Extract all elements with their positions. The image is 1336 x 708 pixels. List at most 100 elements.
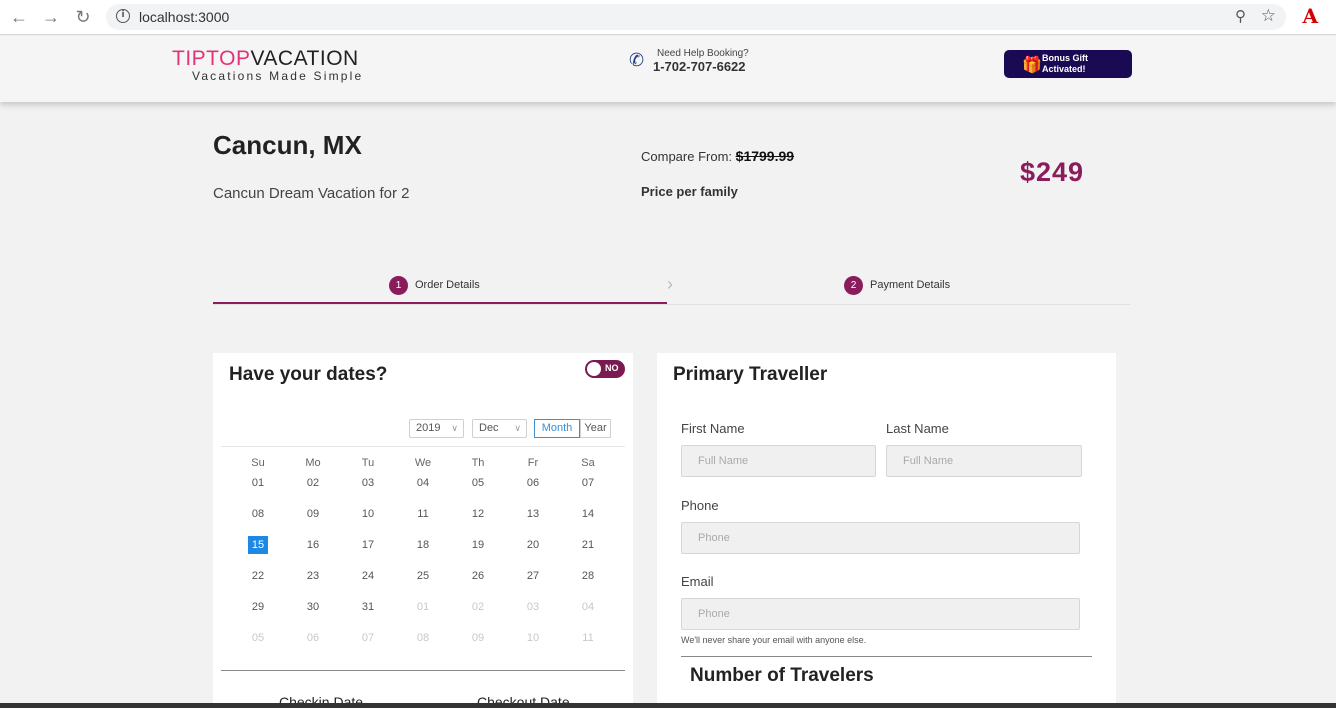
year-select[interactable]: 2019 ∨	[409, 419, 464, 438]
browser-toolbar: ← → ↻ i localhost:3000 ⚲ ☆ A	[0, 0, 1336, 35]
calendar-day[interactable]: 22	[247, 567, 269, 585]
phone-field[interactable]: Phone	[681, 522, 1080, 554]
phone-icon: ✆	[629, 50, 645, 70]
bookmark-star-icon[interactable]: ☆	[1261, 6, 1276, 26]
calendar-day[interactable]: 03	[522, 598, 544, 616]
compare-price: $1799.99	[735, 148, 795, 164]
calendar-day[interactable]: 03	[357, 474, 379, 492]
logo-tip-text: TIPTOP	[172, 47, 251, 70]
address-bar[interactable]: i localhost:3000 ⚲ ☆	[106, 4, 1286, 30]
calendar-day[interactable]: 01	[247, 474, 269, 492]
reload-icon[interactable]: ↻	[72, 6, 94, 28]
calendar-day[interactable]: 09	[467, 629, 489, 647]
calendar-week-row: 29 30 31 01 02 03 04	[230, 598, 615, 629]
calendar-week-row: 01 02 03 04 05 06 07	[230, 474, 615, 505]
url-text[interactable]: localhost:3000	[139, 9, 229, 25]
year-mode-button[interactable]: Year	[580, 419, 611, 438]
calendar-day[interactable]: 15	[248, 536, 268, 554]
calendar-day[interactable]: 07	[357, 629, 379, 647]
calendar-day[interactable]: 09	[302, 505, 324, 523]
calendar-day[interactable]: 08	[412, 629, 434, 647]
logo[interactable]: TIPTOPVACATION Vacations Made Simple	[172, 47, 364, 83]
step-number: 2	[844, 276, 863, 295]
calendar-day[interactable]: 30	[302, 598, 324, 616]
first-name-field[interactable]: Full Name	[681, 445, 876, 477]
step-label: Payment Details	[870, 279, 951, 291]
weekday-label: Tu	[361, 457, 375, 469]
weekday-label: Fr	[527, 457, 539, 469]
weekday-label: Su	[251, 457, 265, 469]
logo-tagline: Vacations Made Simple	[192, 69, 364, 83]
calendar-day[interactable]: 08	[247, 505, 269, 523]
price: $249	[1020, 157, 1085, 187]
calendar-day[interactable]: 21	[577, 536, 599, 554]
month-select[interactable]: Dec ∨	[472, 419, 527, 438]
help-label: Need Help Booking?	[657, 48, 749, 59]
extension-icon[interactable]: A	[1302, 4, 1318, 28]
calendar-day[interactable]: 10	[522, 629, 544, 647]
calendar-day[interactable]: 02	[302, 474, 324, 492]
gift-icon: 🎁	[1022, 57, 1042, 74]
calendar-day[interactable]: 14	[577, 505, 599, 523]
last-name-field[interactable]: Full Name	[886, 445, 1082, 477]
calendar-day[interactable]: 11	[577, 629, 599, 647]
calendar-day[interactable]: 29	[247, 598, 269, 616]
toggle-knob	[587, 362, 601, 376]
calendar-day[interactable]: 07	[577, 474, 599, 492]
compare-price-line: Compare From: $1799.99	[641, 148, 794, 164]
calendar-day[interactable]: 05	[247, 629, 269, 647]
step-label: Order Details	[415, 279, 480, 291]
calendar-day[interactable]: 24	[357, 567, 379, 585]
traveller-title: Primary Traveller	[673, 364, 828, 385]
toggle-label: NO	[605, 363, 619, 373]
dates-toggle[interactable]: NO	[585, 360, 625, 378]
help-phone-number[interactable]: 1-702-707-6622	[653, 59, 746, 74]
compare-label: Compare From:	[641, 149, 733, 164]
calendar-day[interactable]: 11	[412, 505, 434, 523]
calendar-day[interactable]: 04	[577, 598, 599, 616]
weekday-label: Sa	[581, 457, 595, 469]
calendar-day[interactable]: 27	[522, 567, 544, 585]
active-step-indicator	[213, 302, 667, 304]
dates-title: Have your dates?	[229, 364, 388, 385]
bonus-line2: Activated!	[1042, 64, 1086, 74]
year-value: 2019	[416, 422, 441, 434]
calendar-day[interactable]: 05	[467, 474, 489, 492]
calendar-day[interactable]: 10	[357, 505, 379, 523]
site-header: TIPTOPVACATION Vacations Made Simple ✆ N…	[0, 36, 1336, 102]
month-mode-button[interactable]: Month	[534, 419, 580, 438]
calendar-day[interactable]: 31	[357, 598, 379, 616]
email-field[interactable]: Phone	[681, 598, 1080, 630]
traveller-divider	[681, 656, 1092, 657]
calendar-day[interactable]: 16	[302, 536, 324, 554]
calendar-day[interactable]: 19	[467, 536, 489, 554]
calendar-day[interactable]: 13	[522, 505, 544, 523]
checkout-steps: 1 Order Details › 2 Payment Details	[213, 270, 1130, 305]
calendar-day[interactable]: 06	[302, 629, 324, 647]
calendar-day[interactable]: 18	[412, 536, 434, 554]
calendar-day[interactable]: 25	[412, 567, 434, 585]
destination-title: Cancun, MX	[213, 130, 362, 160]
calendar-day[interactable]: 17	[357, 536, 379, 554]
dates-divider	[221, 670, 625, 671]
site-info-icon[interactable]: i	[116, 9, 130, 23]
weekday-header-row: Su Mo Tu We Th Fr Sa	[230, 454, 615, 474]
calendar-day[interactable]: 20	[522, 536, 544, 554]
calendar-day[interactable]: 04	[412, 474, 434, 492]
phone-label: Phone	[681, 498, 719, 513]
weekday-label: Mo	[305, 457, 321, 469]
calendar-day[interactable]: 26	[467, 567, 489, 585]
zoom-icon[interactable]: ⚲	[1235, 7, 1246, 25]
calendar-day[interactable]: 28	[577, 567, 599, 585]
calendar-day[interactable]: 01	[412, 598, 434, 616]
chevron-down-icon: ∨	[451, 423, 458, 433]
back-arrow-icon[interactable]: ←	[8, 6, 30, 28]
calendar-day[interactable]: 06	[522, 474, 544, 492]
bonus-gift-button[interactable]: 🎁 Bonus Gift Activated!	[1004, 50, 1132, 78]
email-hint: We'll never share your email with anyone…	[681, 635, 867, 645]
calendar-day[interactable]: 12	[467, 505, 489, 523]
calendar-day[interactable]: 23	[302, 567, 324, 585]
weekday-label: We	[414, 457, 432, 469]
calendar-day[interactable]: 02	[467, 598, 489, 616]
forward-arrow-icon[interactable]: →	[40, 6, 62, 28]
